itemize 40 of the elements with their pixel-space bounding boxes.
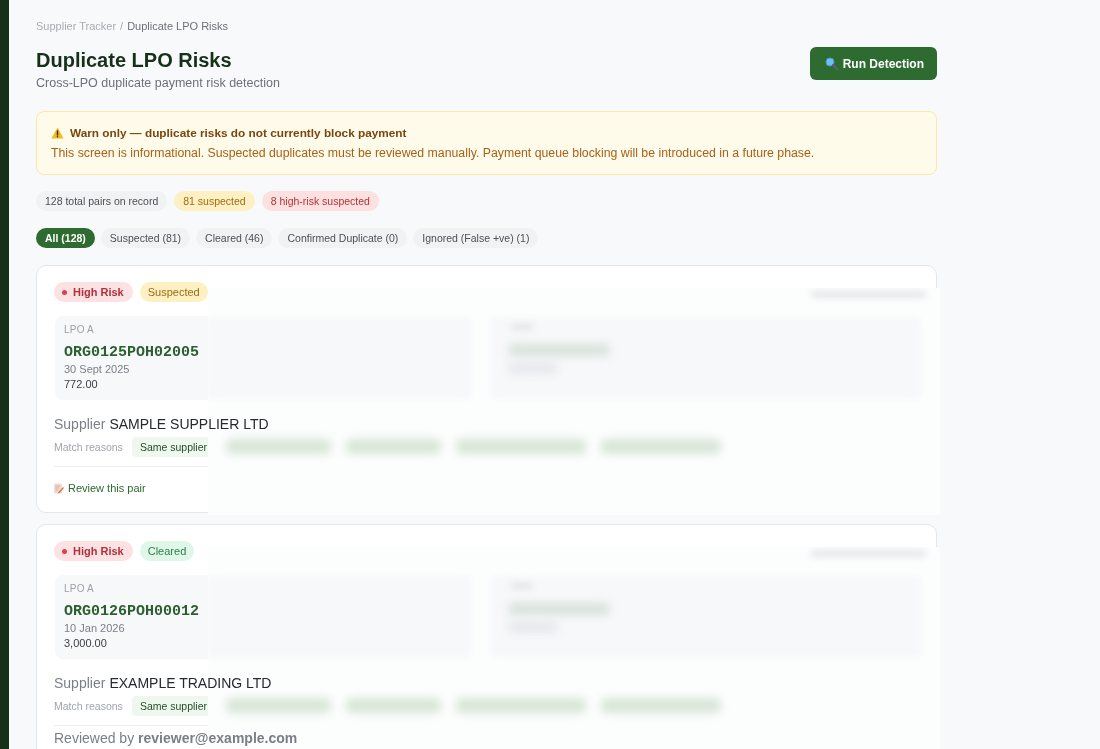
filter-tab[interactable]: Cleared (46) [196, 228, 273, 248]
supplier-name: SAMPLE SUPPLIER LTD [109, 415, 269, 433]
summary-badge: 128 total pairs on record [36, 191, 168, 211]
breadcrumb-current: Duplicate LPO Risks [127, 19, 229, 33]
warning-icon [51, 127, 64, 139]
breadcrumb-separator: / [120, 19, 124, 33]
risk-label: High Risk [73, 545, 124, 557]
summary-badge: 8 high-risk suspected [261, 191, 379, 211]
lpo-number: ORG0125POH02005 [64, 344, 200, 362]
filter-tab[interactable]: Suspected (81) [100, 228, 191, 248]
lpo-heading: LPO A [64, 582, 94, 595]
banner-text: This screen is informational. Suspected duplicates must be reviewed manually. Payment queue blocking will be introduced in a future phase. [51, 145, 816, 161]
status-badge: Cleared [139, 541, 195, 561]
supplier-name: EXAMPLE TRADING LTD [109, 674, 272, 692]
lpo-date: 10 Jan 2026 [64, 621, 125, 635]
run-detection-button[interactable]: Run Detection [809, 47, 937, 80]
risk-label: High Risk [73, 286, 124, 298]
reviewed-by-text: Reviewed by reviewer@example.com [54, 731, 298, 746]
match-reasons-label: Match reasons [54, 441, 123, 453]
lpo-number: ORG0126POH00012 [64, 603, 200, 621]
filter-tab[interactable]: Ignored (False +ve) (1) [413, 228, 539, 248]
page-title: Duplicate LPO Risks [36, 48, 233, 73]
dot-icon [62, 548, 67, 554]
lpo-amount: 772.00 [64, 377, 98, 391]
search-icon [824, 57, 838, 70]
filter-tab[interactable]: All (128) [36, 228, 95, 248]
supplier-label: Supplier [54, 415, 106, 433]
status-badge: Suspected [139, 282, 208, 302]
lpo-heading: LPO A [64, 323, 94, 336]
summary-badge: 81 suspected [174, 191, 255, 211]
lpo-amount: 3,000.00 [64, 636, 107, 650]
review-pair-link[interactable]: Review this pair [54, 481, 146, 495]
lpo-date: 30 Sept 2025 [64, 362, 130, 376]
filter-tab[interactable]: Confirmed Duplicate (0) [278, 228, 408, 248]
memo-icon [54, 482, 64, 494]
supplier-label: Supplier [54, 674, 106, 692]
match-reasons-label: Match reasons [54, 700, 123, 712]
banner-title: Warn only — duplicate risks do not currently block payment [70, 125, 407, 141]
dot-icon [62, 289, 67, 295]
page-subtitle: Cross-LPO duplicate payment risk detection [36, 75, 280, 91]
